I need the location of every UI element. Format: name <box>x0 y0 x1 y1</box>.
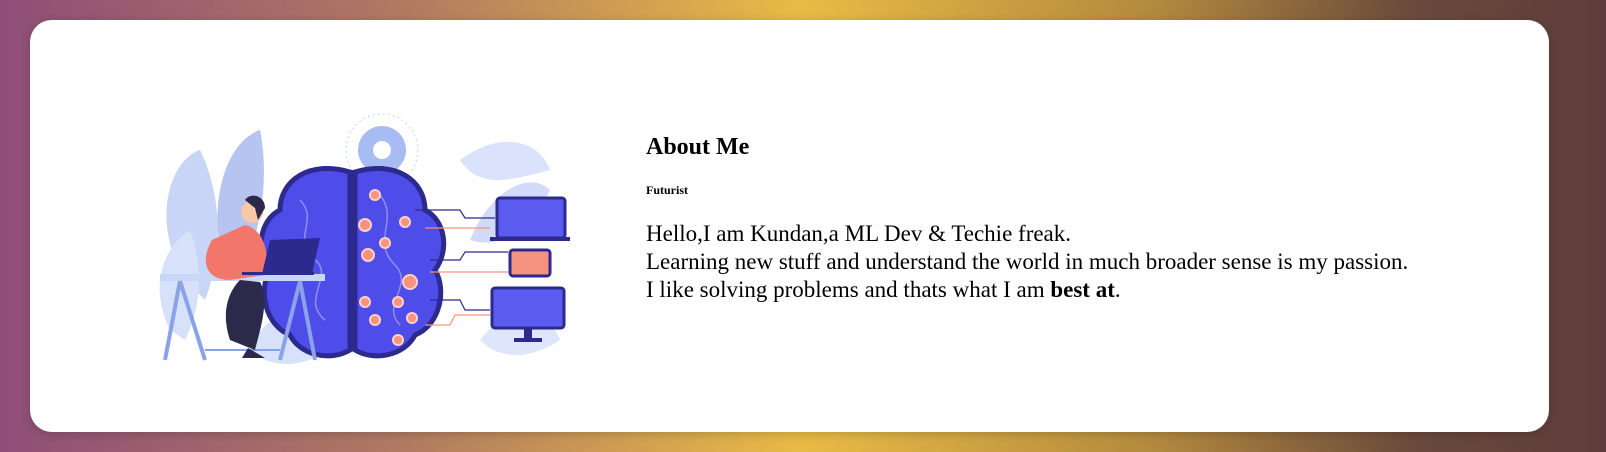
about-line-3-bold: best at <box>1050 277 1115 302</box>
about-line-3: I like solving problems and thats what I… <box>646 276 1526 304</box>
about-line-1: Hello,I am Kundan,a ML Dev & Techie frea… <box>646 221 1072 246</box>
about-line-3-prefix: I like solving problems and thats what I… <box>646 277 1051 302</box>
about-section: About Me Futurist Hello,I am Kundan,a ML… <box>646 132 1526 304</box>
about-line-3-suffix: . <box>1114 277 1121 302</box>
laptop-device-icon <box>490 196 570 241</box>
developer-brain-illustration <box>159 113 570 364</box>
about-title: About Me <box>646 134 750 160</box>
about-subtitle: Futurist <box>646 183 688 197</box>
about-card: About Me Futurist Hello,I am Kundan,a ML… <box>30 20 1549 432</box>
about-paragraph: Hello,I am Kundan,a ML Dev & Techie frea… <box>646 220 1526 304</box>
about-line-2: Learning new stuff and understand the wo… <box>646 249 1409 274</box>
phone-device-icon <box>508 248 552 278</box>
